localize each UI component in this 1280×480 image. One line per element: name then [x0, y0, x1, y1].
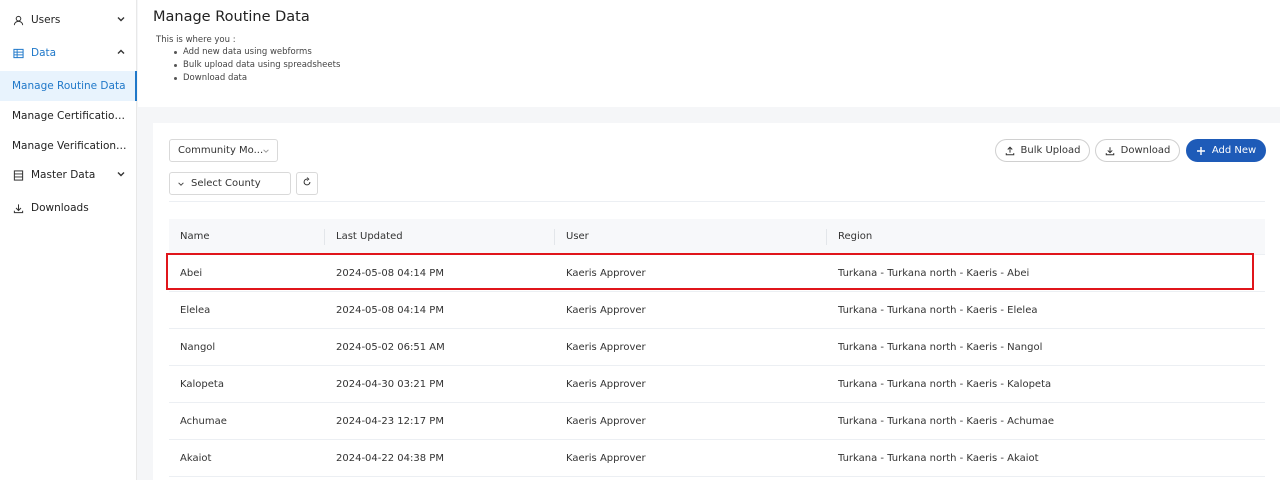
- cell-last-updated: 2024-04-30 03:21 PM: [336, 379, 444, 390]
- chevron-down-icon: [177, 180, 185, 191]
- cell-name: Kalopeta: [180, 379, 224, 390]
- column-divider: [324, 229, 325, 245]
- cell-last-updated: 2024-04-22 04:38 PM: [336, 453, 444, 464]
- sidebar-item-users[interactable]: Users: [0, 5, 137, 35]
- table-row[interactable]: Nangol 2024-05-02 06:51 AM Kaeris Approv…: [169, 329, 1265, 366]
- list-icon: [12, 169, 24, 181]
- sidebar-item-manage-routine-data[interactable]: Manage Routine Data: [0, 71, 137, 101]
- page-header: Manage Routine Data This is where you : …: [138, 0, 1280, 107]
- intro-text: This is where you :: [156, 35, 236, 45]
- form-select-value: Community Mo...: [178, 145, 264, 156]
- cell-user: Kaeris Approver: [566, 453, 646, 464]
- sidebar-item-label: Manage Verification D...: [12, 140, 128, 152]
- plus-icon: [1196, 146, 1206, 156]
- cell-name: Abei: [180, 268, 203, 279]
- cell-region: Turkana - Turkana north - Kaeris - Akaio…: [838, 453, 1039, 464]
- column-divider: [554, 229, 555, 245]
- cell-region: Turkana - Turkana north - Kaeris - Kalop…: [838, 379, 1052, 390]
- sidebar-item-label: Manage Certification ...: [12, 110, 128, 122]
- list-item: Add new data using webforms: [174, 47, 340, 60]
- add-new-button[interactable]: Add New: [1186, 139, 1266, 162]
- divider: [169, 201, 1265, 202]
- table-header: Name Last Updated User Region: [169, 219, 1265, 255]
- chevron-down-icon: [116, 14, 126, 24]
- cell-user: Kaeris Approver: [566, 305, 646, 316]
- cell-region: Turkana - Turkana north - Kaeris - Abei: [838, 268, 1030, 279]
- sidebar-item-downloads[interactable]: Downloads: [0, 193, 137, 223]
- column-header-region[interactable]: Region: [838, 219, 872, 255]
- cell-name: Elelea: [180, 305, 211, 316]
- button-label: Download: [1120, 145, 1171, 156]
- table-icon: [12, 47, 24, 59]
- sidebar-item-data[interactable]: Data: [0, 38, 137, 68]
- button-label: Bulk Upload: [1020, 145, 1081, 156]
- cell-user: Kaeris Approver: [566, 416, 646, 427]
- cell-user: Kaeris Approver: [566, 268, 646, 279]
- refresh-icon: [302, 177, 312, 190]
- sidebar-item-master-data[interactable]: Master Data: [0, 160, 137, 190]
- table-row[interactable]: Achumae 2024-04-23 12:17 PM Kaeris Appro…: [169, 403, 1265, 440]
- cell-region: Turkana - Turkana north - Kaeris - Nango…: [838, 342, 1043, 353]
- sidebar-item-label: Downloads: [31, 202, 89, 214]
- cell-user: Kaeris Approver: [566, 379, 646, 390]
- button-label: Add New: [1211, 145, 1257, 156]
- user-icon: [12, 14, 24, 26]
- list-item: Download data: [174, 73, 340, 86]
- bulk-upload-button[interactable]: Bulk Upload: [995, 139, 1090, 162]
- sidebar-item-label: Master Data: [31, 169, 96, 181]
- cell-user: Kaeris Approver: [566, 342, 646, 353]
- download-icon: [12, 202, 24, 214]
- cell-last-updated: 2024-04-23 12:17 PM: [336, 416, 444, 427]
- sidebar-item-label: Users: [31, 14, 61, 26]
- intro-list: Add new data using webforms Bulk upload …: [174, 47, 340, 85]
- table-row[interactable]: Abei 2024-05-08 04:14 PM Kaeris Approver…: [169, 255, 1265, 292]
- county-select-value: Select County: [191, 178, 261, 189]
- column-divider: [826, 229, 827, 245]
- column-header-last-updated[interactable]: Last Updated: [336, 219, 403, 255]
- cell-region: Turkana - Turkana north - Kaeris - Elele…: [838, 305, 1038, 316]
- data-card: Community Mo... Select County Bulk Uploa…: [153, 123, 1280, 480]
- column-header-name[interactable]: Name: [180, 219, 210, 255]
- cell-name: Nangol: [180, 342, 216, 353]
- table-row[interactable]: Akaiot 2024-04-22 04:38 PM Kaeris Approv…: [169, 440, 1265, 477]
- cell-last-updated: 2024-05-08 04:14 PM: [336, 268, 444, 279]
- page-title: Manage Routine Data: [153, 9, 310, 25]
- cell-name: Achumae: [180, 416, 227, 427]
- chevron-down-icon: [262, 147, 270, 158]
- download-icon: [1105, 146, 1115, 156]
- upload-icon: [1005, 146, 1015, 156]
- cell-last-updated: 2024-05-02 06:51 AM: [336, 342, 445, 353]
- cell-last-updated: 2024-05-08 04:14 PM: [336, 305, 444, 316]
- table-row[interactable]: Elelea 2024-05-08 04:14 PM Kaeris Approv…: [169, 292, 1265, 329]
- table-row[interactable]: Kalopeta 2024-04-30 03:21 PM Kaeris Appr…: [169, 366, 1265, 403]
- cell-region: Turkana - Turkana north - Kaeris - Achum…: [838, 416, 1055, 427]
- download-button[interactable]: Download: [1095, 139, 1180, 162]
- column-header-user[interactable]: User: [566, 219, 589, 255]
- cell-name: Akaiot: [180, 453, 212, 464]
- sidebar-item-manage-verification[interactable]: Manage Verification D...: [0, 131, 137, 161]
- sidebar-item-label: Data: [31, 47, 57, 59]
- sidebar: Users Data Manage Routine Data Manage Ce…: [0, 0, 137, 480]
- list-item: Bulk upload data using spreadsheets: [174, 60, 340, 73]
- chevron-up-icon: [116, 47, 126, 57]
- sidebar-item-label: Manage Routine Data: [12, 80, 126, 92]
- refresh-button[interactable]: [296, 172, 318, 195]
- form-select[interactable]: Community Mo...: [169, 139, 278, 162]
- sidebar-item-manage-certification[interactable]: Manage Certification ...: [0, 101, 137, 131]
- county-select[interactable]: Select County: [169, 172, 291, 195]
- chevron-down-icon: [116, 169, 126, 179]
